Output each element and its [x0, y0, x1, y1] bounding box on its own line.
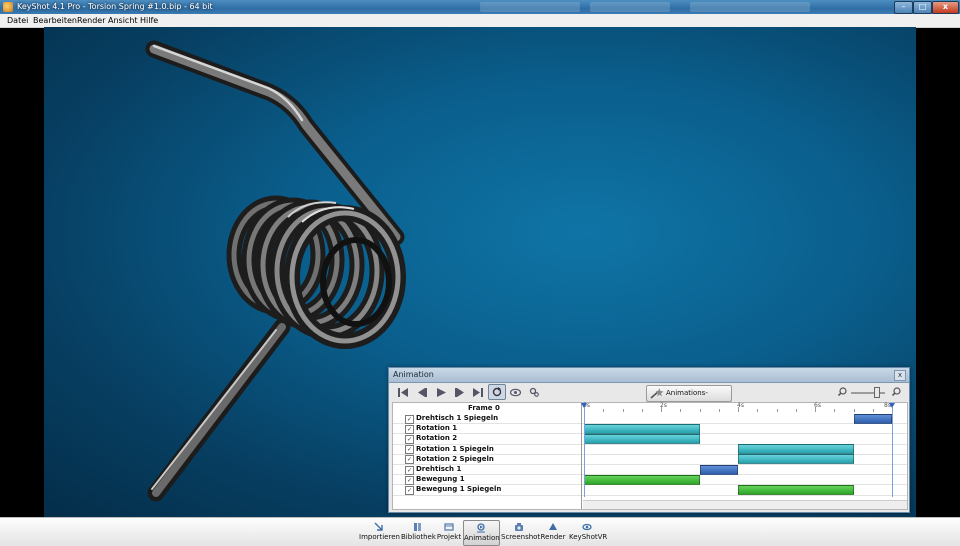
track-checkbox[interactable]: ✓ — [405, 485, 414, 495]
track-checkbox[interactable]: ✓ — [405, 475, 414, 485]
animation-panel-header[interactable]: Animation x — [389, 368, 909, 383]
track-label[interactable]: Rotation 2 — [416, 433, 457, 443]
end-line — [892, 407, 893, 497]
animation-track-bar[interactable] — [738, 484, 854, 495]
zoom-out-icon[interactable] — [838, 387, 847, 396]
frame-counter: Frame 0 — [468, 404, 500, 412]
track-row-divider — [393, 494, 581, 496]
timeline-area[interactable]: Frame 0 ✓ Drehtisch 1 Spiegeln ✓ Rotation 1… — [392, 402, 908, 510]
animation-track-bar[interactable] — [584, 474, 700, 485]
keyshotvr-label: KeyShotVR — [569, 533, 608, 541]
animation-panel[interactable]: Animation x Animations-Assistent Frame 0… — [388, 367, 910, 513]
menu-ansicht[interactable]: Ansicht — [108, 14, 138, 27]
library-icon — [414, 523, 421, 531]
project-icon — [444, 523, 454, 531]
timeline-tracks[interactable] — [582, 403, 907, 499]
track-checkbox[interactable]: ✓ — [405, 424, 414, 434]
render-button[interactable]: Render — [540, 520, 566, 544]
menu-render[interactable]: Render — [77, 14, 105, 27]
background-window-ghost — [480, 2, 580, 12]
skip-to-start-icon — [398, 387, 408, 397]
animation-track-bar[interactable] — [738, 454, 854, 465]
track-label[interactable]: Drehtisch 1 — [416, 464, 461, 474]
track-label[interactable]: Rotation 1 — [416, 423, 457, 433]
animation-panel-close-button[interactable]: x — [894, 370, 906, 381]
screenshot-icon — [515, 523, 523, 531]
skip-to-end-icon — [473, 387, 483, 397]
project-button[interactable]: Projekt — [436, 520, 462, 544]
zoom-in-icon[interactable] — [892, 387, 901, 396]
loop-button[interactable] — [488, 384, 506, 400]
bottom-toolbar: Importieren Bibliothek Projekt Animation… — [0, 517, 960, 546]
screenshot-label: Screenshot — [501, 533, 541, 541]
time-cursor-line — [584, 407, 585, 497]
animation-assistant-button[interactable]: Animations-Assistent — [646, 385, 732, 412]
menu-datei[interactable]: Datei — [7, 14, 28, 27]
track-list: Frame 0 ✓ Drehtisch 1 Spiegeln ✓ Rotation 1… — [393, 403, 582, 509]
track-checkbox[interactable]: ✓ — [405, 465, 414, 475]
zoom-slider-thumb[interactable] — [874, 387, 881, 398]
library-button[interactable]: Bibliothek — [401, 520, 436, 544]
library-label: Bibliothek — [401, 533, 436, 541]
minimize-button[interactable]: – — [894, 1, 913, 14]
skip-to-end-button[interactable] — [470, 385, 486, 399]
animation-track-bar[interactable] — [584, 433, 700, 444]
track-checkbox[interactable]: ✓ — [405, 434, 414, 444]
play-icon — [437, 387, 446, 397]
track-label[interactable]: Rotation 2 Spiegeln — [416, 454, 494, 464]
step-forward-icon — [455, 387, 464, 397]
screenshot-button[interactable]: Screenshot — [501, 520, 541, 544]
step-forward-button[interactable] — [452, 385, 468, 399]
loop-icon — [492, 387, 502, 397]
play-button[interactable] — [433, 385, 449, 399]
animation-panel-title: Animation — [393, 370, 434, 379]
menu-bar: Datei Bearbeiten Render Ansicht Hilfe — [0, 14, 960, 28]
track-checkbox[interactable]: ✓ — [405, 414, 414, 424]
step-back-button[interactable] — [414, 385, 430, 399]
timeline-horizontal-scrollbar[interactable] — [583, 500, 907, 509]
animation-track-bar[interactable] — [853, 413, 892, 424]
animation-track-bar[interactable] — [584, 423, 700, 434]
track-label[interactable]: Bewegung 1 — [416, 474, 465, 484]
track-label[interactable]: Bewegung 1 Spiegeln — [416, 484, 501, 494]
animation-track-bar[interactable] — [699, 464, 738, 475]
animation-track-bar[interactable] — [738, 444, 854, 455]
eye-icon — [509, 388, 521, 396]
render-label: Render — [540, 533, 566, 541]
import-icon — [374, 522, 383, 531]
project-label: Projekt — [436, 533, 462, 541]
background-window-ghost — [590, 2, 670, 12]
preview-button[interactable] — [507, 385, 523, 399]
close-button[interactable]: x — [932, 1, 959, 14]
menu-bearbeiten[interactable]: Bearbeiten — [33, 14, 77, 27]
track-checkbox[interactable]: ✓ — [405, 455, 414, 465]
keyshot-app-icon — [3, 2, 13, 12]
gear-icon — [529, 387, 539, 397]
import-label: Importieren — [359, 533, 400, 541]
animation-button[interactable]: Animation — [463, 520, 500, 546]
track-label[interactable]: Drehtisch 1 Spiegeln — [416, 413, 498, 423]
background-window-ghost — [690, 2, 810, 12]
skip-to-start-button[interactable] — [395, 385, 411, 399]
step-back-icon — [418, 387, 427, 397]
menu-hilfe[interactable]: Hilfe — [140, 14, 158, 27]
track-checkbox[interactable]: ✓ — [405, 445, 414, 455]
import-button[interactable]: Importieren — [359, 520, 400, 544]
magic-wand-icon — [650, 388, 664, 399]
animation-label: Animation — [464, 534, 500, 542]
keyshotvr-icon — [582, 523, 592, 531]
maximize-button[interactable]: □ — [913, 1, 932, 14]
animation-icon — [477, 523, 485, 533]
track-label[interactable]: Rotation 1 Spiegeln — [416, 444, 494, 454]
settings-button[interactable] — [526, 385, 542, 399]
render-icon — [549, 523, 557, 530]
window-title: KeyShot 4.1 Pro - Torsion Spring #1.0.bi… — [17, 2, 213, 11]
keyshotvr-button[interactable]: KeyShotVR — [569, 520, 608, 544]
title-bar: KeyShot 4.1 Pro - Torsion Spring #1.0.bi… — [0, 0, 960, 14]
